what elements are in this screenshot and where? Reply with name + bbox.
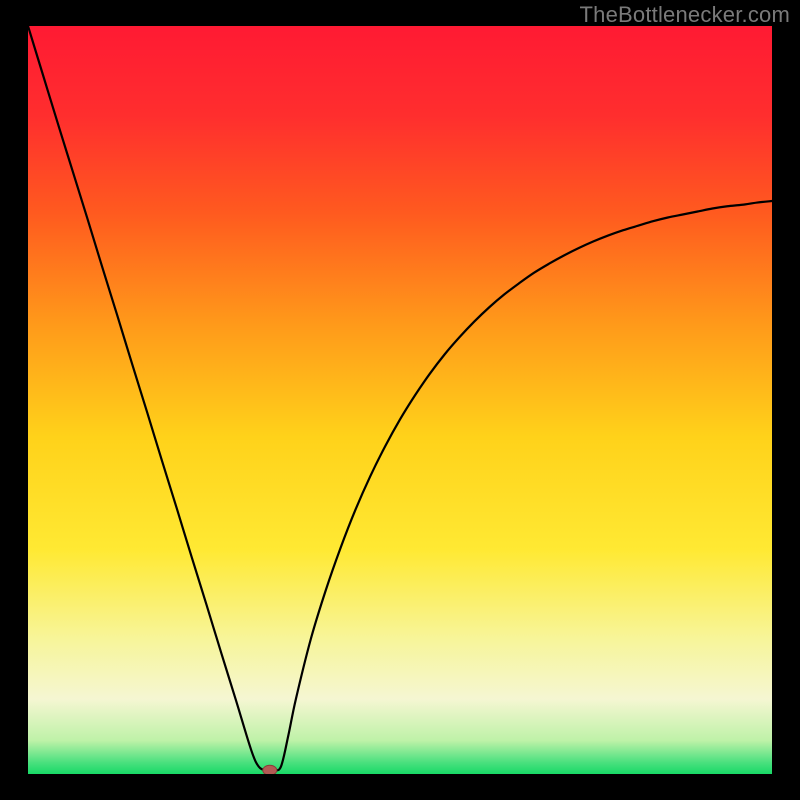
plot-area — [28, 26, 772, 774]
optimal-point-marker — [263, 765, 277, 774]
chart-frame: TheBottlenecker.com — [0, 0, 800, 800]
chart-svg — [28, 26, 772, 774]
gradient-rect — [28, 26, 772, 774]
attribution-label: TheBottlenecker.com — [580, 2, 790, 28]
